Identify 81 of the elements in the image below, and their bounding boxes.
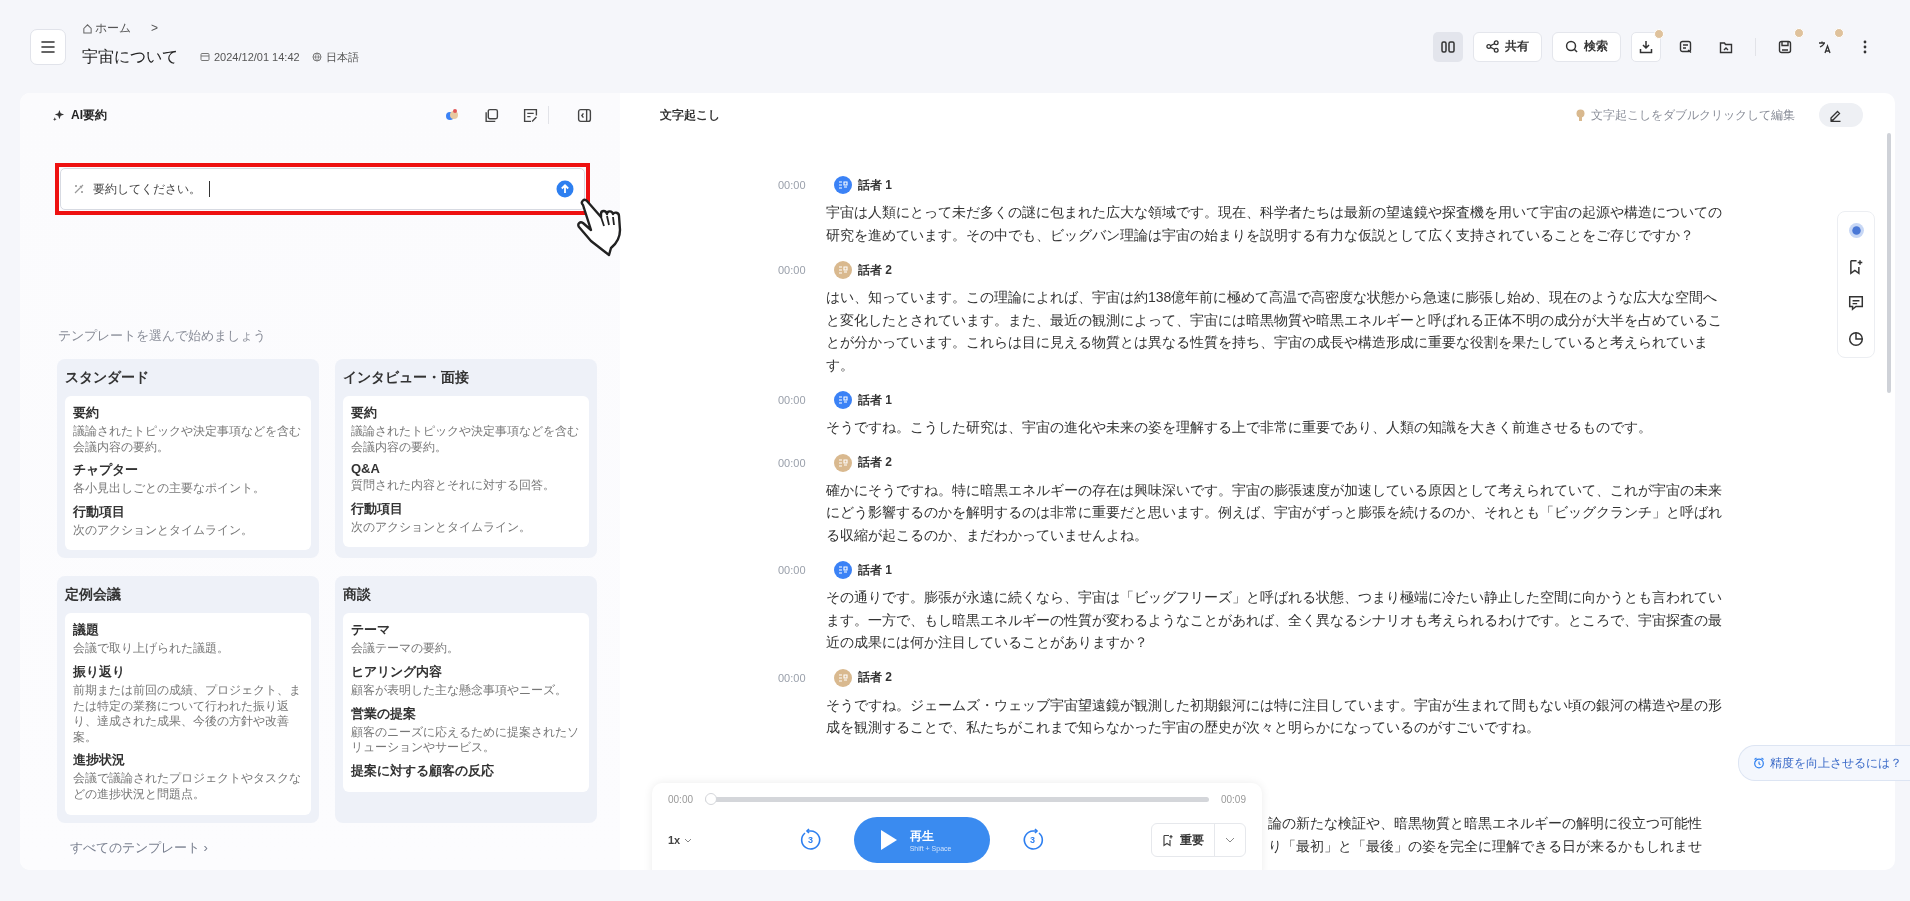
chevron-down-icon xyxy=(684,837,693,843)
note-edit-icon[interactable] xyxy=(523,107,538,123)
play-icon xyxy=(879,829,898,851)
badge-icon[interactable] xyxy=(444,107,460,123)
template-card[interactable]: 定例会議 議題 会議で取り上げられた議題。 振り返り 前期または前回の成績、プロジェクト、または特定の業務について行われた振り返り、達成された成果、今後の方針や改善案。 進捗状況 会議で議論されたプロジェクトやタスクなどの進捗状況と問題点。 xyxy=(57,576,319,823)
timestamp[interactable]: 00:00 xyxy=(620,390,826,439)
chevron-down-icon xyxy=(1225,837,1235,843)
transcript-text: り「最初」と「最後」の姿を完全に理解できる日が来るかもしれませ xyxy=(1268,836,1703,856)
accuracy-tip-link[interactable]: 精度を向上させるには？ xyxy=(1738,745,1910,781)
download-icon xyxy=(1639,39,1653,54)
page-title: 宇宙について xyxy=(82,46,178,67)
transcript-text: そうですね。ジェームズ・ウェッブ宇宙望遠鏡が観測した初期銀河には特に注目しています。宇宙が生まれて間もない頃の銀河の構造や星の形成を観測することで、私たちがこれまで知らなかった宇宙の歴史が次々と明らかになっているのがすごいですね。 xyxy=(826,695,1723,737)
progress-thumb[interactable] xyxy=(705,793,718,805)
template-card[interactable]: 商談 テーマ 会議テーマの要約。 ヒアリング内容 顧客が表明した主な懸念事項やニーズ。 営業の提案 顧客のニーズに応えるために提案されたソリューションやサービス。 提案に対する顧客の反応 xyxy=(335,576,597,823)
language-text: 日本語 xyxy=(325,49,359,65)
transcript-text: 論の新たな検証や、暗黒物質と暗黒エネルギーの解明に役立つ可能性 xyxy=(1268,814,1703,833)
progress-track[interactable] xyxy=(705,793,1209,805)
badge-dot xyxy=(1654,28,1664,39)
orb-icon[interactable] xyxy=(1847,222,1865,239)
all-templates-link[interactable]: すべてのテンプレート › xyxy=(70,838,620,857)
breadcrumb-separator: > xyxy=(151,21,158,35)
edit-toggle[interactable] xyxy=(1819,103,1863,127)
templates-heading: テンプレートを選んで始めましょう xyxy=(58,327,267,345)
home-link[interactable]: ホーム xyxy=(82,19,131,37)
speaker-name: 話者 1 xyxy=(858,391,892,409)
bookmark-icon xyxy=(1162,833,1174,847)
prompt-field[interactable]: 要約してください。 xyxy=(60,168,585,210)
panel-title: 文字起こし xyxy=(660,106,720,124)
speed-dropdown[interactable]: 1x xyxy=(668,834,693,846)
edit-hint: 文字起こしをダブルクリックして編集 xyxy=(1591,106,1795,124)
menu-icon xyxy=(41,40,55,53)
transcript-text: はい、知っています。この理論によれば、宇宙は約138億年前に極めて高温で高密度な状態から急速に膨張し始め、現在のような広大な空間へと変化したとされています。また、最近の観測によって、宇宙には暗黒物質や暗黒エネルギーと呼ばれる正体不明の成分が大半を占めていることが分かっています。これらは目に見える物質とは異なる性質を持ち、宇宙の成長や構造形成に重要な役割を果たしていると考えられています。 xyxy=(826,288,1723,375)
date-text: 2024/12/01 14:42 xyxy=(214,51,300,63)
alarm-icon xyxy=(1753,757,1765,769)
search-icon xyxy=(1565,40,1578,53)
transcript-text: そうですね。こうした研究は、宇宙の進化や未来の姿を理解する上で非常に重要であり、人類の知識を大きく前進させるものです。 xyxy=(826,418,1653,437)
translate-icon xyxy=(1818,39,1832,54)
current-time: 00:00 xyxy=(668,793,694,805)
comment-icon[interactable] xyxy=(1848,295,1864,311)
share-button[interactable]: 共有 xyxy=(1473,31,1542,62)
pie-chart-icon[interactable] xyxy=(1848,331,1864,347)
timestamp[interactable]: 00:00 xyxy=(620,260,826,376)
bookmark-add-icon[interactable] xyxy=(1848,259,1864,275)
badge-dot xyxy=(1834,27,1844,38)
lightbulb-icon xyxy=(1576,108,1585,122)
speaker-name: 話者 2 xyxy=(858,669,892,686)
speaker-name: 話者 2 xyxy=(858,261,892,279)
template-card[interactable]: スタンダード 要約 議論されたトピックや決定事項などを含む会議内容の要約。 チャプター 各小見出しごとの主要なポイント。 行動項目 次のアクションとタイムライン。 xyxy=(57,359,319,559)
layout-toggle[interactable] xyxy=(1433,31,1463,62)
share-icon xyxy=(1486,40,1499,53)
timestamp[interactable]: 00:00 xyxy=(620,452,826,546)
calendar-icon xyxy=(200,52,210,62)
template-card[interactable]: インタビュー・面接 要約 議論されたトピックや決定事項などを含む会議内容の要約。 Q&A 質問された内容とそれに対する回答。 行動項目 次のアクションとタイムライン。 xyxy=(335,359,597,559)
pencil-icon xyxy=(1829,108,1842,122)
badge-dot xyxy=(1794,27,1804,38)
send-icon[interactable] xyxy=(556,180,574,198)
speaker-name: 話者 1 xyxy=(858,561,892,579)
collapse-panel-icon[interactable] xyxy=(577,107,592,123)
panel-title: AI要約 xyxy=(71,106,107,124)
menu-button[interactable] xyxy=(30,28,66,65)
rewind-button[interactable]: 3 xyxy=(797,827,824,853)
speaker-name: 話者 1 xyxy=(858,176,892,194)
total-time: 00:09 xyxy=(1220,793,1246,805)
save-icon xyxy=(1778,39,1792,54)
transcript-text: その通りです。膨張が永遠に続くなら、宇宙は「ビッグフリーズ」と呼ばれる状態、つまり極端に冷たい静止した空間に向かうとも言われています。一方で、もし暗黒エネルギーの性質が変わるようなことがあれば、全く異なるシナリオも考えられるわけです。ところで、宇宙探査の最近の成果には何か注目していることがありますか？ xyxy=(826,588,1723,652)
more-icon xyxy=(1863,39,1867,54)
transcript-text: 確かにそうですね。特に暗黒エネルギーの存在は興味深いです。宇宙の膨張速度が加速している原因として考えられていて、これが宇宙の未来にどう影響するのかを解明するのは非常に重要だと思います。例えば、宇宙がずっと膨張を続けるのか、それとも「ビッグクランチ」と呼ばれる収縮が起こるのか、まだわかっていませんよね。 xyxy=(826,480,1723,545)
timestamp[interactable]: 00:00 xyxy=(620,560,826,654)
forward-button[interactable]: 3 xyxy=(1019,827,1046,853)
copy-icon[interactable] xyxy=(484,107,499,123)
globe-icon xyxy=(311,52,322,62)
timestamp[interactable]: 00:00 xyxy=(620,667,826,739)
search-button[interactable]: 検索 xyxy=(1552,31,1621,62)
columns-icon xyxy=(1441,40,1455,53)
folder-icon xyxy=(1719,39,1733,54)
transcript-text: 宇宙は人類にとって未だ多くの謎に包まれた広大な領域です。現在、科学者たちは最新の望遠鏡や探査機を用いて宇宙の起源や構造についての研究を進めています。その中でも、ビッグバン理論は宇宙の始まりを説明する有力な仮説として広く支持されていることをご存じですか？ xyxy=(826,203,1723,245)
rewind-icon xyxy=(798,828,823,852)
timestamp[interactable]: 00:00 xyxy=(620,175,826,246)
home-icon xyxy=(82,22,93,34)
download-button[interactable] xyxy=(1631,31,1661,62)
speaker-name: 話者 2 xyxy=(858,454,892,471)
